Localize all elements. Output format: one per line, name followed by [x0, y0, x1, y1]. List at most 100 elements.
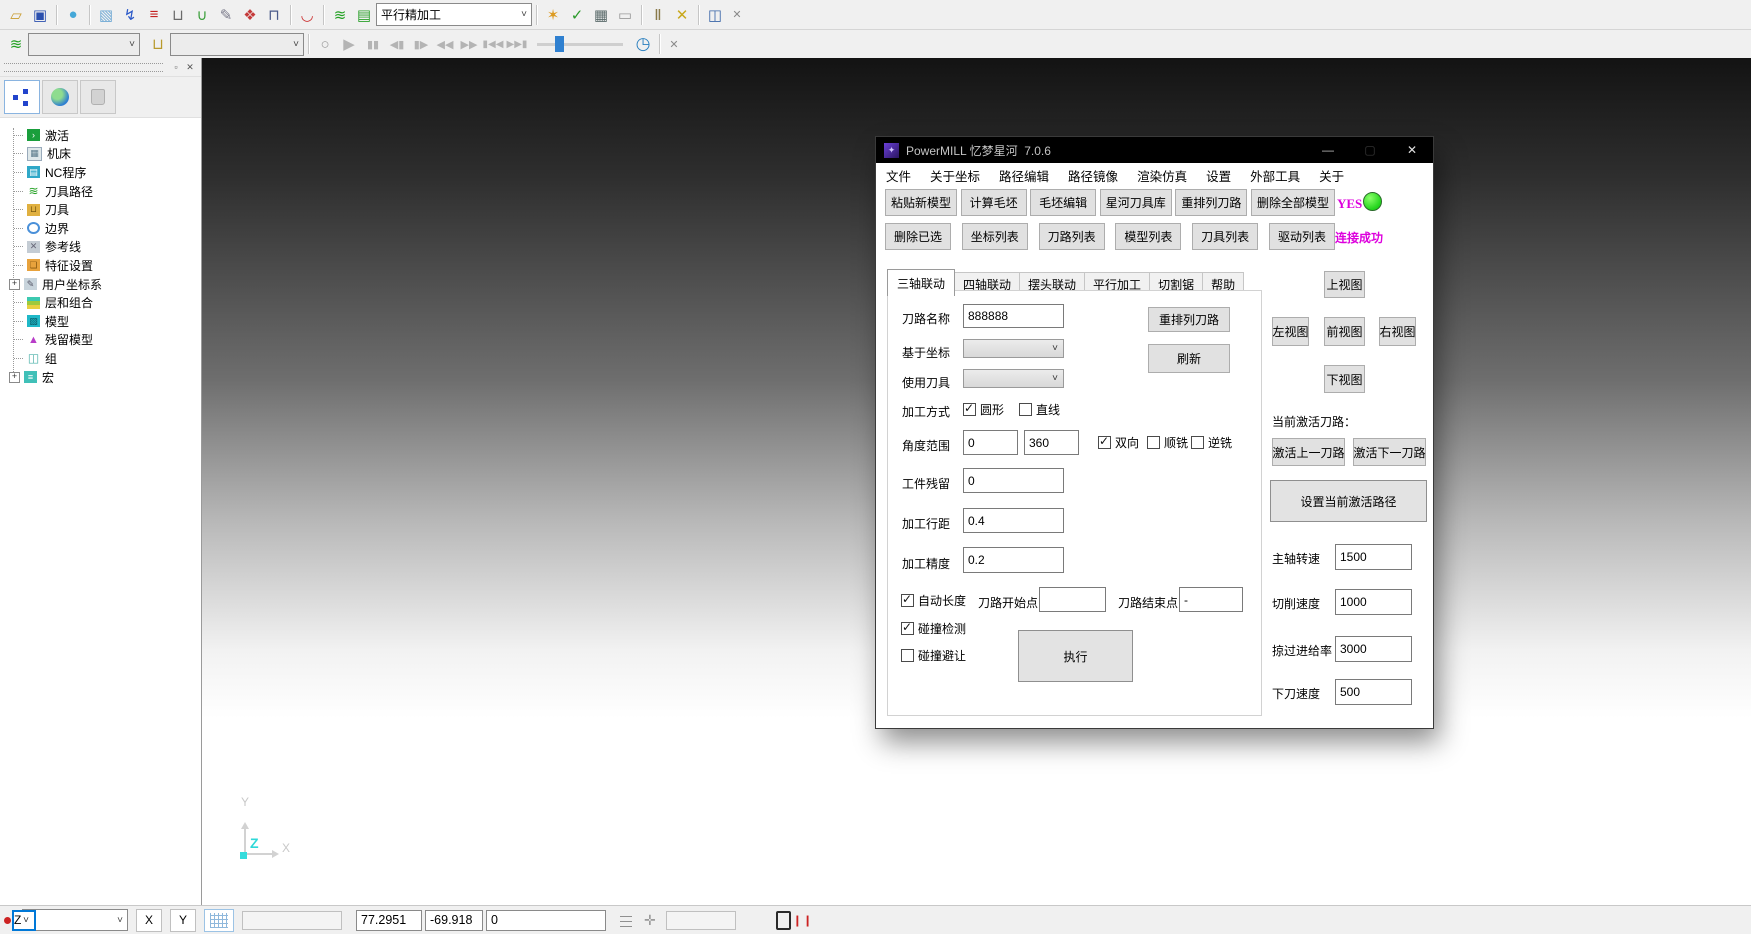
- slider-handle[interactable]: [555, 36, 564, 52]
- cutting-feed-field[interactable]: [1335, 589, 1412, 615]
- pause-icon[interactable]: [361, 32, 385, 56]
- axis-z-button[interactable]: Z: [12, 910, 36, 931]
- view-top-button[interactable]: 上视图: [1324, 271, 1365, 298]
- activate-next-toolpath-button[interactable]: 激活下一刀路: [1353, 438, 1426, 466]
- coord-select[interactable]: [963, 339, 1064, 358]
- toolpath-list-button[interactable]: 刀路列表: [1039, 223, 1105, 250]
- speed-slider[interactable]: [537, 36, 623, 52]
- collision-check-checkbox[interactable]: 碰撞检测: [901, 620, 966, 637]
- pattern-icon[interactable]: [142, 3, 166, 27]
- stock-allowance-field[interactable]: [963, 468, 1064, 493]
- swap-icon[interactable]: [670, 3, 694, 27]
- tolerance-field[interactable]: [963, 547, 1064, 573]
- tool-pair-icon[interactable]: [646, 3, 670, 27]
- menu-file[interactable]: 文件: [886, 166, 911, 185]
- axis-y-button[interactable]: Y: [170, 909, 196, 932]
- star-tool-icon[interactable]: [541, 3, 565, 27]
- angle-end-field[interactable]: [1024, 430, 1079, 455]
- step-back-icon[interactable]: [385, 32, 409, 56]
- status-combo[interactable]: ˅: [22, 909, 128, 931]
- boundary-icon[interactable]: [190, 3, 214, 27]
- z-coordinate-field[interactable]: 0: [486, 910, 606, 931]
- close-button[interactable]: ✕: [1391, 137, 1433, 163]
- fast-forward-icon[interactable]: [457, 32, 481, 56]
- compute-stock-button[interactable]: 计算毛坯: [961, 189, 1027, 216]
- plunge-feed-field[interactable]: [1335, 679, 1412, 705]
- model-list-button[interactable]: 模型列表: [1115, 223, 1181, 250]
- to-end-icon[interactable]: [505, 32, 529, 56]
- activate-prev-toolpath-button[interactable]: 激活上一刀路: [1272, 438, 1345, 466]
- panel-float-icon[interactable]: ▫: [169, 61, 183, 74]
- tool-select[interactable]: [963, 369, 1064, 388]
- collision-icon[interactable]: [295, 3, 319, 27]
- menu-about[interactable]: 关于: [1319, 166, 1344, 185]
- jack-icon[interactable]: ✛: [644, 912, 656, 929]
- set-active-path-button[interactable]: 设置当前激活路径: [1270, 480, 1427, 522]
- panel-close-icon[interactable]: ✕: [183, 61, 197, 74]
- refresh-button[interactable]: 刷新: [1148, 344, 1230, 373]
- save-icon[interactable]: [28, 3, 52, 27]
- skim-feed-field[interactable]: [1335, 636, 1412, 662]
- tree-item-levels-and-sets[interactable]: 层和组合: [6, 293, 201, 312]
- menu-external-tools[interactable]: 外部工具: [1250, 166, 1300, 185]
- drafting-icon[interactable]: [214, 3, 238, 27]
- dialog-titlebar[interactable]: ✦ PowerMILL 忆梦星河 7.0.6 — ▢ ✕: [876, 137, 1433, 163]
- tree-item-machine-tools[interactable]: 机床: [6, 145, 201, 164]
- tree-item-boundaries[interactable]: 边界: [6, 219, 201, 238]
- execute-button[interactable]: 执行: [1018, 630, 1133, 682]
- points-icon[interactable]: [238, 3, 262, 27]
- tool-combo[interactable]: ˅: [170, 33, 304, 56]
- toolpath-limit-icon[interactable]: [118, 3, 142, 27]
- tool-tip-icon[interactable]: [166, 3, 190, 27]
- tree-item-activate[interactable]: 激活: [6, 126, 201, 145]
- minimize-button[interactable]: —: [1307, 137, 1349, 163]
- clock-icon[interactable]: [631, 32, 655, 56]
- rearrange-toolpaths-button[interactable]: 重排列刀路: [1175, 189, 1247, 216]
- expand-icon[interactable]: +: [9, 372, 20, 383]
- play-icon[interactable]: [337, 32, 361, 56]
- toolpath-name-field[interactable]: [963, 304, 1064, 328]
- menu-render-sim[interactable]: 渲染仿真: [1137, 166, 1187, 185]
- tree-item-models[interactable]: 模型: [6, 312, 201, 331]
- block-icon[interactable]: [94, 3, 118, 27]
- view-front-button[interactable]: 前视图: [1324, 317, 1365, 346]
- grid-size-field[interactable]: [242, 911, 342, 930]
- tab-web[interactable]: [42, 80, 78, 114]
- open-file-icon[interactable]: [4, 3, 28, 27]
- stepover-field[interactable]: [963, 508, 1064, 533]
- tree-item-feature-sets[interactable]: 特征设置: [6, 256, 201, 275]
- tree-item-macros[interactable]: +宏: [6, 368, 201, 387]
- line-checkbox[interactable]: 直线: [1019, 401, 1060, 418]
- rearrange-button[interactable]: 重排列刀路: [1148, 307, 1230, 332]
- tab-explorer-tree[interactable]: [4, 80, 40, 114]
- tool-library-button[interactable]: 星河刀具库: [1100, 189, 1172, 216]
- start-point-field[interactable]: [1039, 587, 1106, 612]
- bidirectional-checkbox[interactable]: 双向: [1098, 434, 1139, 451]
- expand-icon[interactable]: +: [9, 279, 20, 290]
- tool-block-icon[interactable]: [262, 3, 286, 27]
- collision-avoid-checkbox[interactable]: 碰撞避让: [901, 647, 966, 664]
- cylinders-icon[interactable]: [703, 3, 727, 27]
- end-point-field[interactable]: [1179, 587, 1243, 612]
- menu-path-edit[interactable]: 路径编辑: [999, 166, 1049, 185]
- pause-queue-icon[interactable]: [776, 911, 791, 930]
- climb-checkbox[interactable]: 顺铣: [1147, 434, 1188, 451]
- spindle-speed-field[interactable]: [1335, 544, 1412, 570]
- menu-about-coords[interactable]: 关于坐标: [930, 166, 980, 185]
- delete-selected-button[interactable]: 删除已选: [885, 223, 951, 250]
- tree-item-patterns[interactable]: 参考线: [6, 238, 201, 257]
- tree-item-groups[interactable]: 组: [6, 349, 201, 368]
- delete-all-models-button[interactable]: 删除全部模型: [1251, 189, 1335, 216]
- coord-list-button[interactable]: 坐标列表: [962, 223, 1028, 250]
- strategy-list-icon[interactable]: [352, 3, 376, 27]
- strategy-combo[interactable]: 平行精加工 ˅: [376, 3, 532, 26]
- tree-item-stock-models[interactable]: 残留模型: [6, 331, 201, 350]
- tree-item-nc-programs[interactable]: NC程序: [6, 163, 201, 182]
- stock-edit-button[interactable]: 毛坯编辑: [1030, 189, 1096, 216]
- maximize-button[interactable]: ▢: [1349, 137, 1391, 163]
- tool-check-icon[interactable]: [565, 3, 589, 27]
- to-start-icon[interactable]: [481, 32, 505, 56]
- calculator-icon[interactable]: [589, 3, 613, 27]
- tab-3axis[interactable]: 三轴联动: [887, 269, 955, 296]
- tab-recycle[interactable]: [80, 80, 116, 114]
